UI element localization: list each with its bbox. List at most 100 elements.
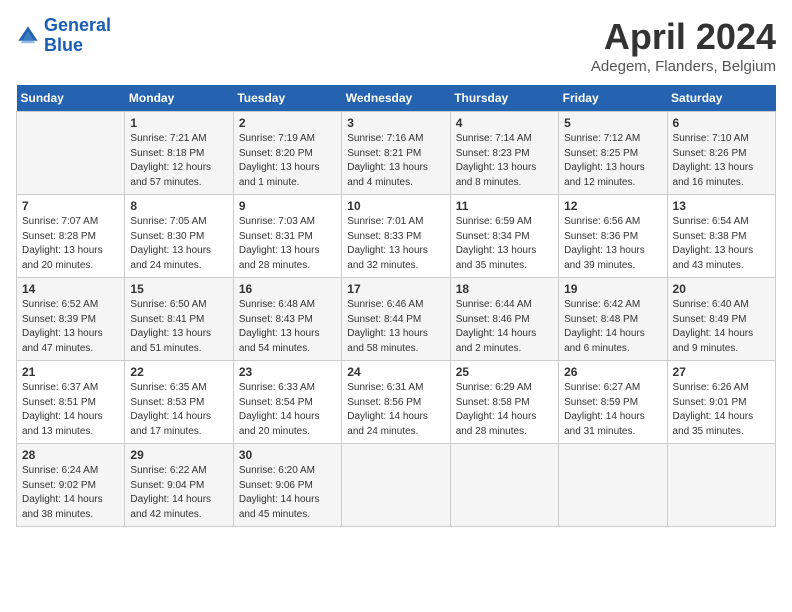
calendar-day-cell: 14 Sunrise: 6:52 AM Sunset: 8:39 PM Dayli… <box>17 278 125 361</box>
day-detail: Sunrise: 7:21 AM Sunset: 8:18 PM Dayligh… <box>130 132 227 190</box>
day-number: 14 <box>22 282 119 296</box>
calendar-day-cell <box>450 444 558 527</box>
day-detail: Sunrise: 6:48 AM Sunset: 8:43 PM Dayligh… <box>239 298 336 356</box>
day-number: 8 <box>130 199 227 213</box>
weekday-header: Sunday <box>17 85 125 112</box>
calendar-day-cell <box>342 444 450 527</box>
calendar-day-cell: 23 Sunrise: 6:33 AM Sunset: 8:54 PM Dayli… <box>233 361 341 444</box>
day-detail: Sunrise: 6:22 AM Sunset: 9:04 PM Dayligh… <box>130 464 227 522</box>
day-detail: Sunrise: 6:35 AM Sunset: 8:53 PM Dayligh… <box>130 381 227 439</box>
weekday-header: Monday <box>125 85 233 112</box>
day-number: 24 <box>347 365 444 379</box>
day-number: 12 <box>564 199 661 213</box>
logo: General Blue <box>16 16 111 56</box>
day-number: 19 <box>564 282 661 296</box>
weekday-header: Friday <box>559 85 667 112</box>
day-detail: Sunrise: 7:01 AM Sunset: 8:33 PM Dayligh… <box>347 215 444 273</box>
logo-icon <box>16 24 40 48</box>
day-number: 23 <box>239 365 336 379</box>
calendar-day-cell: 2 Sunrise: 7:19 AM Sunset: 8:20 PM Daylig… <box>233 112 341 195</box>
day-number: 11 <box>456 199 553 213</box>
day-number: 21 <box>22 365 119 379</box>
calendar-day-cell <box>17 112 125 195</box>
day-detail: Sunrise: 6:42 AM Sunset: 8:48 PM Dayligh… <box>564 298 661 356</box>
calendar-day-cell: 29Sunrise: 6:22 AM Sunset: 9:04 PM Dayli… <box>125 444 233 527</box>
calendar-day-cell: 26 Sunrise: 6:27 AM Sunset: 8:59 PM Dayli… <box>559 361 667 444</box>
day-detail: Sunrise: 7:19 AM Sunset: 8:20 PM Dayligh… <box>239 132 336 190</box>
day-detail: Sunrise: 6:29 AM Sunset: 8:58 PM Dayligh… <box>456 381 553 439</box>
day-detail: Sunrise: 6:31 AM Sunset: 8:56 PM Dayligh… <box>347 381 444 439</box>
day-number: 15 <box>130 282 227 296</box>
day-detail: Sunrise: 6:56 AM Sunset: 8:36 PM Dayligh… <box>564 215 661 273</box>
calendar-day-cell: 21 Sunrise: 6:37 AM Sunset: 8:51 PM Dayli… <box>17 361 125 444</box>
day-number: 13 <box>673 199 770 213</box>
calendar-day-cell <box>559 444 667 527</box>
day-number: 18 <box>456 282 553 296</box>
day-number: 10 <box>347 199 444 213</box>
calendar-day-cell: 9 Sunrise: 7:03 AM Sunset: 8:31 PM Daylig… <box>233 195 341 278</box>
day-detail: Sunrise: 6:27 AM Sunset: 8:59 PM Dayligh… <box>564 381 661 439</box>
title-block: April 2024 Adegem, Flanders, Belgium <box>591 16 776 75</box>
day-number: 25 <box>456 365 553 379</box>
calendar-week-row: 14 Sunrise: 6:52 AM Sunset: 8:39 PM Dayli… <box>17 278 776 361</box>
weekday-header: Wednesday <box>342 85 450 112</box>
calendar-day-cell: 5 Sunrise: 7:12 AM Sunset: 8:25 PM Daylig… <box>559 112 667 195</box>
day-detail: Sunrise: 6:26 AM Sunset: 9:01 PM Dayligh… <box>673 381 770 439</box>
day-detail: Sunrise: 6:46 AM Sunset: 8:44 PM Dayligh… <box>347 298 444 356</box>
day-detail: Sunrise: 7:05 AM Sunset: 8:30 PM Dayligh… <box>130 215 227 273</box>
location: Adegem, Flanders, Belgium <box>591 58 776 75</box>
calendar-day-cell: 28Sunrise: 6:24 AM Sunset: 9:02 PM Dayli… <box>17 444 125 527</box>
day-detail: Sunrise: 6:59 AM Sunset: 8:34 PM Dayligh… <box>456 215 553 273</box>
day-number: 17 <box>347 282 444 296</box>
page-header: General Blue April 2024 Adegem, Flanders… <box>16 16 776 75</box>
calendar-day-cell: 3Sunrise: 7:16 AM Sunset: 8:21 PM Daylig… <box>342 112 450 195</box>
calendar-day-cell <box>667 444 775 527</box>
calendar-day-cell: 8 Sunrise: 7:05 AM Sunset: 8:30 PM Daylig… <box>125 195 233 278</box>
day-detail: Sunrise: 6:52 AM Sunset: 8:39 PM Dayligh… <box>22 298 119 356</box>
calendar-day-cell: 11 Sunrise: 6:59 AM Sunset: 8:34 PM Dayli… <box>450 195 558 278</box>
calendar-day-cell: 7Sunrise: 7:07 AM Sunset: 8:28 PM Daylig… <box>17 195 125 278</box>
day-number: 4 <box>456 116 553 130</box>
calendar-day-cell: 24 Sunrise: 6:31 AM Sunset: 8:56 PM Dayli… <box>342 361 450 444</box>
month-title: April 2024 <box>591 16 776 58</box>
day-detail: Sunrise: 7:12 AM Sunset: 8:25 PM Dayligh… <box>564 132 661 190</box>
day-detail: Sunrise: 7:16 AM Sunset: 8:21 PM Dayligh… <box>347 132 444 190</box>
day-detail: Sunrise: 7:07 AM Sunset: 8:28 PM Dayligh… <box>22 215 119 273</box>
day-detail: Sunrise: 7:14 AM Sunset: 8:23 PM Dayligh… <box>456 132 553 190</box>
day-number: 16 <box>239 282 336 296</box>
calendar-day-cell: 18 Sunrise: 6:44 AM Sunset: 8:46 PM Dayli… <box>450 278 558 361</box>
calendar-day-cell: 10 Sunrise: 7:01 AM Sunset: 8:33 PM Dayli… <box>342 195 450 278</box>
day-number: 20 <box>673 282 770 296</box>
logo-text: General Blue <box>44 16 111 56</box>
day-number: 9 <box>239 199 336 213</box>
calendar-day-cell: 16 Sunrise: 6:48 AM Sunset: 8:43 PM Dayli… <box>233 278 341 361</box>
calendar-day-cell: 15 Sunrise: 6:50 AM Sunset: 8:41 PM Dayli… <box>125 278 233 361</box>
calendar-day-cell: 25 Sunrise: 6:29 AM Sunset: 8:58 PM Dayli… <box>450 361 558 444</box>
weekday-header-row: SundayMondayTuesdayWednesdayThursdayFrid… <box>17 85 776 112</box>
calendar-day-cell: 30Sunrise: 6:20 AM Sunset: 9:06 PM Dayli… <box>233 444 341 527</box>
calendar-week-row: 7Sunrise: 7:07 AM Sunset: 8:28 PM Daylig… <box>17 195 776 278</box>
day-detail: Sunrise: 7:03 AM Sunset: 8:31 PM Dayligh… <box>239 215 336 273</box>
calendar-day-cell: 13Sunrise: 6:54 AM Sunset: 8:38 PM Dayli… <box>667 195 775 278</box>
day-detail: Sunrise: 6:50 AM Sunset: 8:41 PM Dayligh… <box>130 298 227 356</box>
day-number: 5 <box>564 116 661 130</box>
day-detail: Sunrise: 6:44 AM Sunset: 8:46 PM Dayligh… <box>456 298 553 356</box>
day-number: 26 <box>564 365 661 379</box>
calendar-day-cell: 6Sunrise: 7:10 AM Sunset: 8:26 PM Daylig… <box>667 112 775 195</box>
day-detail: Sunrise: 6:24 AM Sunset: 9:02 PM Dayligh… <box>22 464 119 522</box>
day-detail: Sunrise: 7:10 AM Sunset: 8:26 PM Dayligh… <box>673 132 770 190</box>
day-detail: Sunrise: 6:20 AM Sunset: 9:06 PM Dayligh… <box>239 464 336 522</box>
calendar-week-row: 21 Sunrise: 6:37 AM Sunset: 8:51 PM Dayli… <box>17 361 776 444</box>
weekday-header: Tuesday <box>233 85 341 112</box>
calendar-week-row: 1 Sunrise: 7:21 AM Sunset: 8:18 PM Daylig… <box>17 112 776 195</box>
day-number: 22 <box>130 365 227 379</box>
day-number: 27 <box>673 365 770 379</box>
calendar-week-row: 28Sunrise: 6:24 AM Sunset: 9:02 PM Dayli… <box>17 444 776 527</box>
day-detail: Sunrise: 6:37 AM Sunset: 8:51 PM Dayligh… <box>22 381 119 439</box>
calendar-day-cell: 17 Sunrise: 6:46 AM Sunset: 8:44 PM Dayli… <box>342 278 450 361</box>
day-detail: Sunrise: 6:40 AM Sunset: 8:49 PM Dayligh… <box>673 298 770 356</box>
day-number: 2 <box>239 116 336 130</box>
day-number: 1 <box>130 116 227 130</box>
day-detail: Sunrise: 6:33 AM Sunset: 8:54 PM Dayligh… <box>239 381 336 439</box>
calendar-table: SundayMondayTuesdayWednesdayThursdayFrid… <box>16 85 776 527</box>
